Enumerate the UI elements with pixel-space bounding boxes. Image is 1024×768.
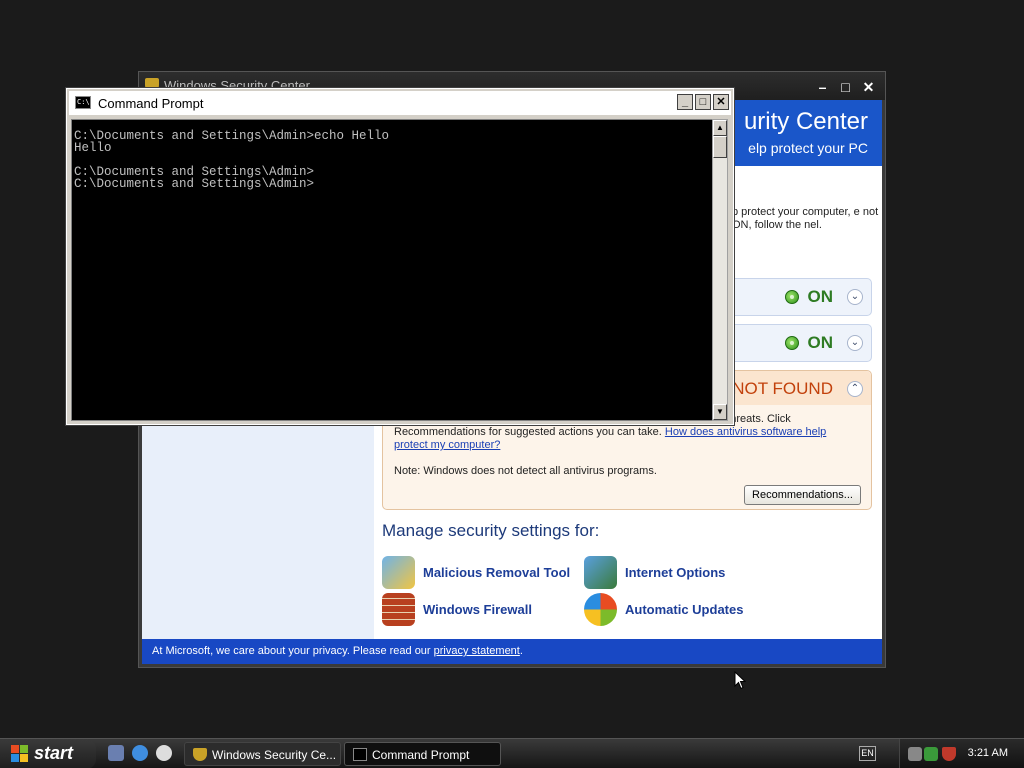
taskbar: start Windows Security Ce... Command Pro… — [0, 738, 1024, 768]
close-button[interactable]: ✕ — [858, 77, 879, 98]
manage-item-internet-options[interactable]: Internet Options — [584, 555, 725, 589]
status-on-icon — [785, 336, 799, 350]
manage-item-label: Windows Firewall — [423, 601, 532, 617]
windows-logo-icon — [11, 745, 29, 763]
shield-icon — [193, 748, 207, 761]
start-button[interactable]: start — [0, 739, 96, 768]
console-line: C:\Documents and Settings\Admin>echo Hel… — [74, 129, 390, 143]
mouse-cursor-icon — [734, 671, 746, 690]
firewall-status: ON — [807, 287, 834, 306]
language-indicator[interactable]: EN — [859, 746, 876, 761]
task-security-center[interactable]: Windows Security Ce... — [184, 742, 341, 766]
scroll-up-icon[interactable]: ▲ — [713, 120, 727, 136]
chevron-up-icon[interactable]: ⌃ — [847, 381, 863, 397]
manage-item-label: Internet Options — [625, 564, 726, 580]
manage-item-removal-tool[interactable]: Malicious Removal Tool — [382, 555, 570, 589]
chevron-down-icon[interactable]: ⌄ — [847, 289, 863, 305]
internet-explorer-icon[interactable] — [132, 745, 148, 761]
close-button[interactable]: ✕ — [713, 94, 729, 110]
removal-tool-icon — [382, 555, 415, 589]
security-alert-icon[interactable] — [942, 747, 956, 761]
minimize-button[interactable]: _ — [677, 94, 693, 110]
manage-heading: Manage security settings for: — [382, 521, 600, 540]
command-prompt-titlebar[interactable]: C:\ Command Prompt _ □ ✕ — [69, 91, 731, 115]
console-output[interactable]: C:\Documents and Settings\Admin>echo Hel… — [71, 119, 714, 421]
network-icon[interactable] — [908, 747, 922, 761]
start-label: start — [34, 743, 74, 763]
chevron-down-icon[interactable]: ⌄ — [847, 335, 863, 351]
safely-remove-icon[interactable] — [924, 747, 938, 761]
console-scrollbar[interactable]: ▲ ▼ — [712, 119, 728, 421]
console-icon — [353, 748, 367, 761]
updates-icon — [584, 592, 617, 626]
task-label: Command Prompt — [372, 748, 470, 762]
privacy-statement-link[interactable]: privacy statement — [434, 645, 520, 657]
updates-status: ON — [807, 333, 834, 352]
media-player-icon[interactable] — [156, 745, 172, 761]
antivirus-note: Note: Windows does not detect all antivi… — [394, 465, 657, 477]
show-desktop-icon[interactable] — [108, 745, 124, 761]
manage-item-label: Malicious Removal Tool — [423, 564, 571, 580]
task-command-prompt[interactable]: Command Prompt — [344, 742, 501, 766]
recommendations-button[interactable]: Recommendations... — [744, 485, 861, 505]
task-label: Windows Security Ce... — [212, 748, 337, 762]
header-title: urity Center — [743, 108, 868, 135]
minimize-button[interactable]: – — [812, 77, 833, 98]
header-subtitle: elp protect your PC — [748, 140, 868, 156]
scroll-thumb[interactable] — [713, 136, 727, 158]
command-prompt-title: Command Prompt — [98, 96, 204, 111]
firewall-icon — [382, 592, 415, 626]
maximize-button[interactable]: □ — [695, 94, 711, 110]
internet-options-icon — [584, 555, 617, 589]
antivirus-status: NOT FOUND — [732, 379, 833, 398]
clock[interactable]: 3:21 AM — [968, 747, 1008, 759]
system-tray: 3:21 AM — [899, 739, 1024, 768]
maximize-button[interactable]: □ — [835, 77, 856, 98]
console-line: Hello — [74, 141, 112, 155]
console-icon: C:\ — [75, 96, 91, 109]
footer-text: At Microsoft, we care about your privacy… — [152, 645, 431, 657]
manage-item-label: Automatic Updates — [625, 601, 744, 617]
scroll-down-icon[interactable]: ▼ — [713, 404, 727, 420]
command-prompt-window[interactable]: C:\ Command Prompt _ □ ✕ C:\Documents an… — [65, 87, 735, 426]
manage-item-firewall[interactable]: Windows Firewall — [382, 592, 532, 626]
footer-end: . — [519, 645, 523, 657]
manage-item-automatic-updates[interactable]: Automatic Updates — [584, 592, 743, 626]
intro-text: p protect your computer, e not ON, follo… — [732, 206, 879, 231]
console-line: C:\Documents and Settings\Admin> — [74, 177, 315, 191]
status-on-icon — [785, 290, 799, 304]
privacy-footer: At Microsoft, we care about your privacy… — [142, 639, 882, 664]
